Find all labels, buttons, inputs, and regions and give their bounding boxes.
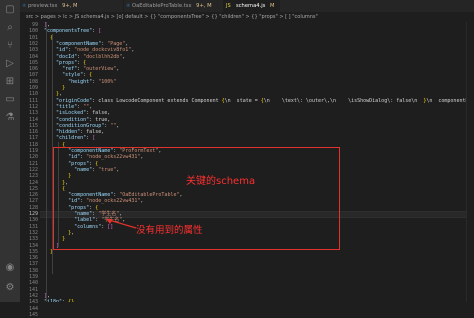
line-number: 110 xyxy=(28,91,38,98)
tab-oaeditableprotable[interactable]: ⚛ OaEditableProTable.tsx 9+, M xyxy=(124,0,224,12)
annotation-arrow-icon xyxy=(106,219,137,229)
extensions-icon[interactable]: ⊞ xyxy=(4,76,16,88)
line-number: 109 xyxy=(28,85,38,91)
line-number: 120 xyxy=(28,154,38,161)
indent-guide xyxy=(46,22,47,302)
line-number: 136 xyxy=(28,255,38,262)
close-icon[interactable]: × xyxy=(279,3,280,9)
line-number: 105 xyxy=(28,59,38,66)
line-number: 108 xyxy=(28,78,38,85)
files-icon[interactable]: ▢ xyxy=(4,4,16,16)
line-number: 121 xyxy=(28,160,38,167)
account-icon[interactable]: ◉ xyxy=(4,262,16,274)
settings-icon[interactable]: ⚙ xyxy=(4,282,16,294)
line-number: 103 xyxy=(28,47,38,54)
line-number: 118 xyxy=(28,141,38,148)
line-number: 135 xyxy=(28,248,38,255)
line-number: 117 xyxy=(28,135,38,142)
tab-preview[interactable]: ⚛ preview.tsx 9+, M xyxy=(20,0,124,12)
line-number: 119 xyxy=(28,148,38,154)
line-number: 107 xyxy=(28,72,38,79)
tsx-file-icon: ⚛ xyxy=(22,3,27,9)
code-line[interactable]: "originCode": class LowcodeComponent ext… xyxy=(44,98,474,104)
line-number: 133 xyxy=(28,236,38,243)
tab-label: preview.tsx xyxy=(28,3,58,9)
line-number: 138 xyxy=(28,267,38,274)
line-number: 143 xyxy=(28,299,38,306)
line-number: 122 xyxy=(28,166,38,173)
source-control-icon[interactable]: ⑂ xyxy=(4,40,16,52)
tab-schema4[interactable]: JS schema4.js M × xyxy=(224,0,280,12)
line-number: 130 xyxy=(28,217,38,224)
line-number: 106 xyxy=(28,66,38,73)
test-icon[interactable]: ⚗ xyxy=(4,112,16,124)
line-number: 132 xyxy=(28,229,38,236)
breadcrumb[interactable]: src > pages > lc > JS schema4.js > [o] d… xyxy=(20,12,474,22)
line-number: 137 xyxy=(28,261,38,268)
line-number: 111 xyxy=(28,97,38,104)
annotation-unused-attr: 没有用到的属性 xyxy=(136,225,203,236)
line-number: 100 xyxy=(28,28,38,35)
line-number: 129 xyxy=(28,211,38,217)
line-number: 144 xyxy=(28,305,38,312)
line-number: 145 xyxy=(28,311,38,318)
tab-label: OaEditableProTable.tsx xyxy=(132,3,192,9)
tab-status: M xyxy=(270,3,275,9)
line-number: 140 xyxy=(28,280,38,287)
line-number: 112 xyxy=(28,103,38,110)
line-number: 142 xyxy=(28,292,38,299)
line-number: 125 xyxy=(28,185,38,192)
tsx-file-icon: ⚛ xyxy=(126,3,131,9)
line-number: 141 xyxy=(28,286,38,293)
line-number: 113 xyxy=(28,110,38,117)
tab-label: schema4.js xyxy=(236,3,266,9)
tab-status: 9+, M xyxy=(62,3,78,9)
line-number: 127 xyxy=(28,198,38,205)
line-number: 101 xyxy=(28,34,38,41)
js-file-icon: JS xyxy=(226,3,231,9)
line-number: 114 xyxy=(28,116,38,123)
run-debug-icon[interactable]: ▷ xyxy=(4,58,16,70)
line-number: 115 xyxy=(28,122,38,129)
line-number: 139 xyxy=(28,274,38,280)
search-icon[interactable]: ⌕ xyxy=(4,22,16,34)
line-number: 116 xyxy=(28,129,38,136)
remote-icon[interactable]: ▭ xyxy=(4,94,16,106)
editor-tabs: ⚛ preview.tsx 9+, M ⚛ OaEditableProTable… xyxy=(20,0,474,12)
line-number: 128 xyxy=(28,204,38,211)
line-number: 131 xyxy=(28,223,38,230)
line-number: 102 xyxy=(28,40,38,47)
line-number: 134 xyxy=(28,242,38,249)
line-number: 104 xyxy=(28,53,38,60)
line-number: 123 xyxy=(28,173,38,180)
line-number: 124 xyxy=(28,179,38,186)
line-number: 126 xyxy=(28,192,38,199)
editor-scrollbar[interactable] xyxy=(466,22,474,302)
line-number: 99 xyxy=(31,22,38,28)
tab-status: 9+, M xyxy=(196,3,212,9)
annotation-key-schema: 关键的schema xyxy=(186,176,256,187)
activity-bar: ▢ ⌕ ⑂ ▷ ⊞ ▭ ⚗ ◉ ⚙ xyxy=(0,0,20,302)
line-number-gutter: 99 100 101 102 103 104 105 106 107 108 109 110 111 11… xyxy=(20,22,40,318)
